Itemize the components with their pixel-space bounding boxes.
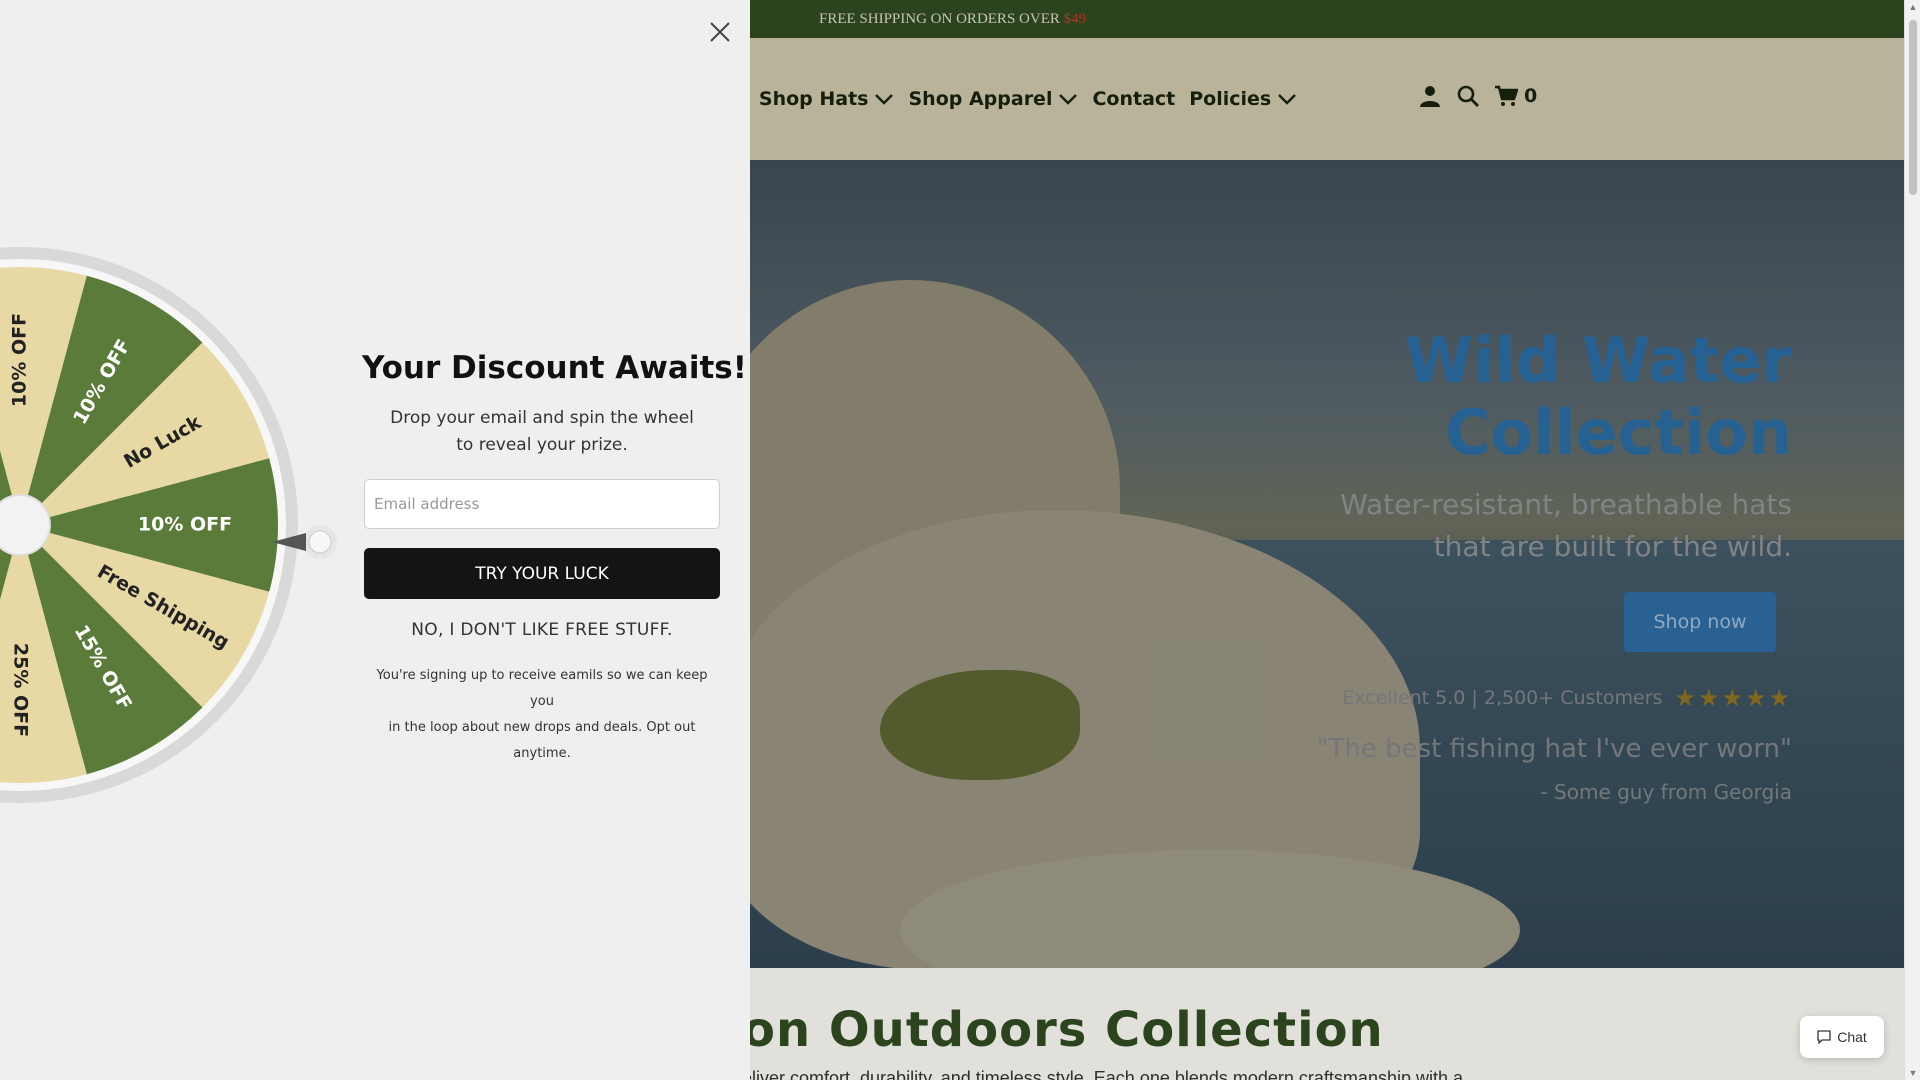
nav-item-label: Policies — [1189, 88, 1272, 110]
chat-button[interactable]: Chat — [1800, 1016, 1884, 1058]
nav-item-contact[interactable]: Contact — [1092, 88, 1175, 110]
nav-item-label: Contact — [1092, 88, 1176, 110]
hero-title: Wild Water Collection — [1232, 325, 1792, 469]
user-icon[interactable] — [1418, 84, 1442, 108]
decline-link[interactable]: NO, I DON'T LIKE FREE STUFF. — [364, 620, 720, 640]
wheel-segment-label: 10% OFF — [9, 313, 31, 407]
shipping-threshold: $49 — [1063, 11, 1087, 27]
popup-subtitle-line: to reveal your prize. — [456, 435, 628, 455]
rating-summary: Excellent 5.0 | 2,500+ Customers ★★★★★ — [1342, 684, 1792, 712]
hero-title-line: Wild Water — [1404, 324, 1792, 397]
scrollbar[interactable]: ▲ ▼ — [1904, 0, 1920, 1080]
discount-popup: 10% OFF No Luck 10% OFF Free Shipping 15% OF… — [0, 0, 750, 1080]
cart-icon[interactable] — [1494, 84, 1518, 108]
hero-title-line: Collection — [1444, 396, 1792, 469]
nav-item-shop-apparel[interactable]: Shop Apparel — [908, 88, 1078, 110]
collection-description: eliver comfort, durability, and timeless… — [742, 1068, 1463, 1080]
disclaimer-line: You're signing up to receive eamils so w… — [376, 668, 708, 709]
hero-subtitle-line: that are built for the wild. — [1433, 530, 1792, 563]
shop-now-button[interactable]: Shop now — [1624, 592, 1776, 652]
try-your-luck-button[interactable]: TRY YOUR LUCK — [364, 548, 720, 599]
prize-wheel[interactable]: 10% OFF No Luck 10% OFF Free Shipping 15% OF… — [0, 245, 300, 805]
disclaimer-line: in the loop about new drops and deals. O… — [388, 720, 696, 761]
chat-label: Chat — [1837, 1029, 1867, 1045]
nav-item-label: Shop Apparel — [908, 88, 1053, 110]
scroll-down-arrow-icon[interactable]: ▼ — [1908, 1068, 1918, 1078]
popup-subtitle: Drop your email and spin the wheel to re… — [362, 405, 722, 459]
wheel-segment-label: 10% OFF — [138, 514, 232, 536]
cart-count: 0 — [1524, 85, 1538, 107]
testimonial-author: - Some guy from Georgia — [1540, 780, 1792, 804]
chat-bubble-icon — [1817, 1030, 1831, 1044]
hero-subtitle-line: Water-resistant, breathable hats — [1340, 488, 1792, 521]
wheel-center-hub — [0, 494, 51, 556]
wheel-pointer-icon — [272, 522, 342, 562]
nav-item-label: Shop Hats — [758, 88, 869, 110]
popup-subtitle-line: Drop your email and spin the wheel — [390, 408, 694, 428]
signup-disclaimer: You're signing up to receive eamils so w… — [364, 663, 720, 767]
popup-title: Your Discount Awaits! — [362, 350, 747, 386]
collection-title: on Outdoors Collection — [742, 1002, 1384, 1058]
hero-subtitle: Water-resistant, breathable hats that ar… — [1272, 484, 1792, 568]
nav-item-shop-hats[interactable]: Shop Hats — [759, 88, 895, 110]
email-field[interactable] — [364, 479, 720, 529]
chevron-down-icon — [1059, 94, 1078, 105]
header-icons: 0 — [1418, 84, 1537, 108]
chevron-down-icon — [875, 94, 894, 105]
nav-item-policies[interactable]: Policies — [1189, 88, 1297, 110]
testimonial-quote: "The best fishing hat I've ever worn" — [1316, 734, 1792, 764]
rating-text: Excellent 5.0 | 2,500+ Customers — [1342, 687, 1663, 709]
chevron-down-icon — [1278, 94, 1297, 105]
search-icon[interactable] — [1456, 84, 1480, 108]
announcement-text: FREE SHIPPING ON ORDERS OVER $49 — [819, 11, 1087, 27]
main-nav: e Shop Hats Shop Apparel Contact Policie… — [732, 88, 1297, 110]
star-rating-icon: ★★★★★ — [1674, 684, 1792, 712]
wheel-segment-label: 25% OFF — [10, 643, 32, 737]
scrollbar-thumb[interactable] — [1909, 20, 1917, 195]
scroll-up-arrow-icon[interactable]: ▲ — [1908, 2, 1918, 12]
close-icon[interactable] — [706, 18, 734, 46]
